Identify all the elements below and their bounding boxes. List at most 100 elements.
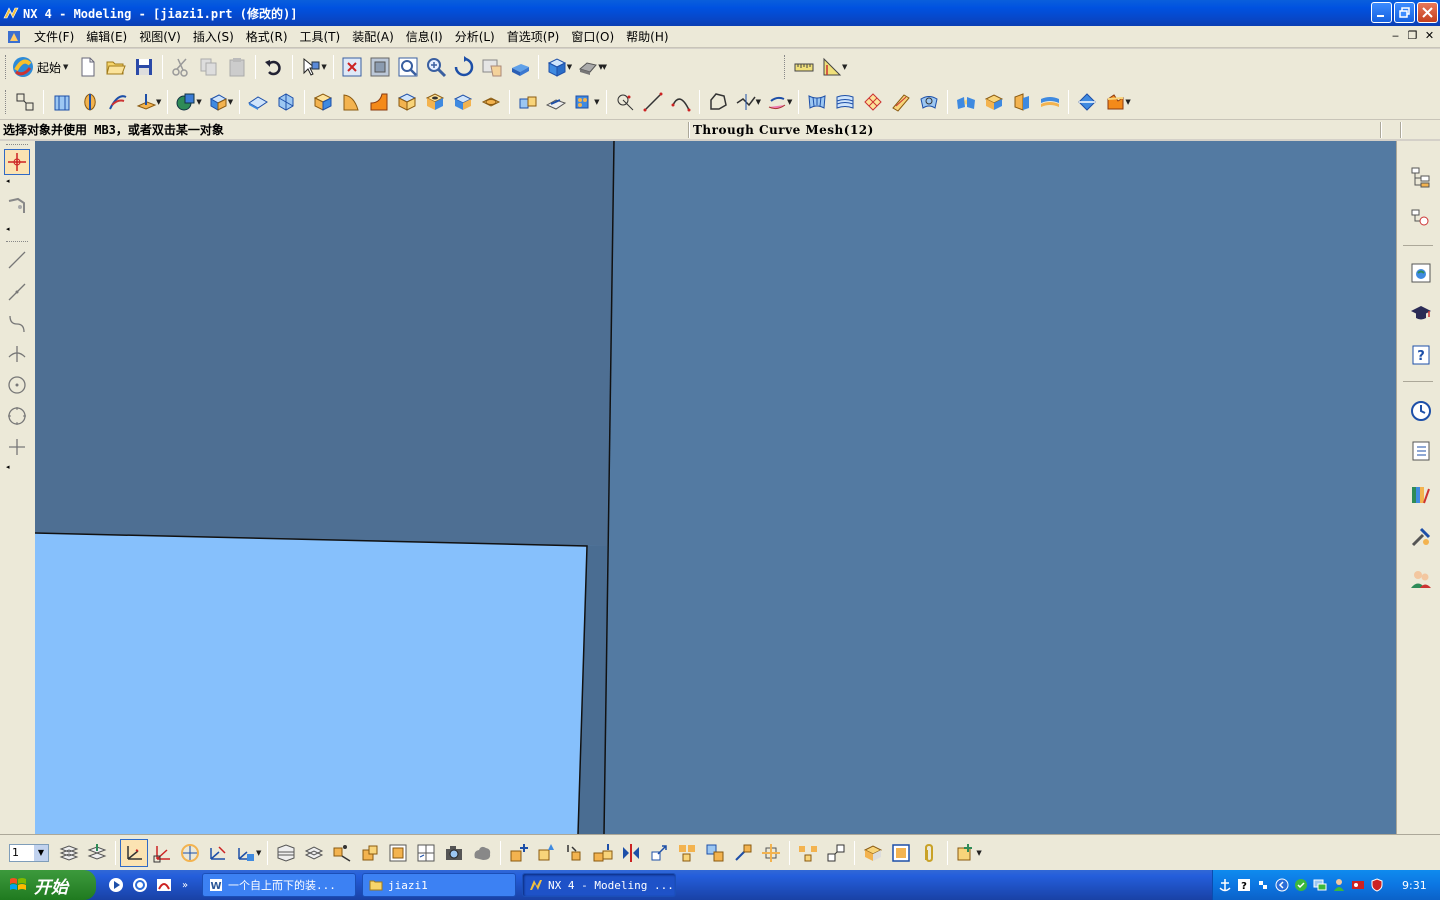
line-segment-button[interactable]: [4, 279, 30, 305]
through-curves-button[interactable]: [831, 88, 859, 116]
right-face[interactable]: [604, 141, 1396, 834]
display-all-button[interactable]: [468, 839, 496, 867]
add-component-button[interactable]: [505, 839, 533, 867]
quick-launch-media[interactable]: [106, 875, 126, 895]
menu-preferences[interactable]: 首选项(P): [501, 26, 566, 48]
minimize-button[interactable]: [1371, 2, 1392, 23]
quick-launch-overflow-icon[interactable]: »: [182, 880, 188, 891]
menu-view[interactable]: 视图(V): [133, 26, 187, 48]
slot-button[interactable]: [542, 88, 570, 116]
menu-window[interactable]: 窗口(O): [565, 26, 620, 48]
palettes-tab[interactable]: [1407, 481, 1435, 509]
tray-help-icon[interactable]: ?: [1236, 877, 1252, 893]
model-view[interactable]: [35, 141, 1396, 834]
face-blend-button[interactable]: [337, 88, 365, 116]
toolbar-overflow-icon[interactable]: ▼: [602, 63, 607, 71]
trimmed-sheet-button[interactable]: [1101, 88, 1129, 116]
menu-help[interactable]: 帮助(H): [620, 26, 674, 48]
reposition-component-button[interactable]: [645, 839, 673, 867]
tray-user-icon[interactable]: [1331, 877, 1347, 893]
bridge-surface-button[interactable]: [952, 88, 980, 116]
menu-analysis[interactable]: 分析(L): [449, 26, 501, 48]
toolbar-grip[interactable]: [5, 90, 8, 114]
start-menu-button[interactable]: 开始: [0, 870, 96, 900]
cut-button[interactable]: [167, 53, 195, 81]
task-folder[interactable]: jiazi1: [362, 873, 516, 897]
toolbar-grip[interactable]: [5, 55, 8, 79]
menu-information[interactable]: 信息(I): [400, 26, 449, 48]
revolve-button[interactable]: [76, 88, 104, 116]
layer-settings-button[interactable]: [55, 839, 83, 867]
ruled-surface-button[interactable]: [803, 88, 831, 116]
expand-arrow-icon[interactable]: ◂: [6, 463, 10, 471]
shell-button[interactable]: [272, 88, 300, 116]
expand-arrow-icon[interactable]: ◂: [6, 177, 10, 185]
blank-button[interactable]: [356, 839, 384, 867]
visible-in-view-button[interactable]: [300, 839, 328, 867]
sketch-button[interactable]: [11, 88, 39, 116]
offset-curve-button[interactable]: [763, 88, 791, 116]
circle-center-button[interactable]: [4, 372, 30, 398]
manufacturing-button[interactable]: [952, 839, 980, 867]
toolbar-grip[interactable]: [6, 144, 28, 146]
document-icon[interactable]: [6, 29, 22, 45]
arc-button[interactable]: [667, 88, 695, 116]
curve-tool-button[interactable]: [4, 311, 30, 337]
menu-edit[interactable]: 编辑(E): [80, 26, 133, 48]
reuse-library-tab[interactable]: [1407, 437, 1435, 465]
zoom-button[interactable]: [394, 53, 422, 81]
select-button[interactable]: [4, 149, 30, 175]
assembly-constraints-button[interactable]: [859, 839, 887, 867]
history-palette-tab[interactable]: [1407, 259, 1435, 287]
pan-button[interactable]: [478, 53, 506, 81]
point-button[interactable]: [611, 88, 639, 116]
title-bar[interactable]: NX 4 - Modeling - [jiazi1.prt (修改的)]: [0, 0, 1440, 26]
tangent-button[interactable]: [4, 341, 30, 367]
new-button[interactable]: [74, 53, 102, 81]
link-button[interactable]: [915, 839, 943, 867]
rotate-button[interactable]: [450, 53, 478, 81]
spline-button[interactable]: [732, 88, 760, 116]
start-button[interactable]: 起始 ▼: [11, 53, 74, 81]
help-tab[interactable]: ?: [1407, 341, 1435, 369]
through-curve-mesh-button[interactable]: [859, 88, 887, 116]
measure-distance-button[interactable]: [790, 53, 818, 81]
pad-button[interactable]: [514, 88, 542, 116]
camera-button[interactable]: [440, 839, 468, 867]
trim-body-button[interactable]: [204, 88, 232, 116]
fit-button[interactable]: [338, 53, 366, 81]
sew-button[interactable]: [1073, 88, 1101, 116]
selection-filter-button[interactable]: [297, 53, 325, 81]
wcs-save-button[interactable]: [232, 839, 260, 867]
sequence-button[interactable]: [794, 839, 822, 867]
point-tool-button[interactable]: [4, 434, 30, 460]
lower-left-face[interactable]: [35, 533, 587, 834]
line-tool-button[interactable]: [4, 247, 30, 273]
menu-file[interactable]: 文件(F): [28, 26, 80, 48]
tray-shield-icon[interactable]: [1369, 877, 1385, 893]
create-component-button[interactable]: [533, 839, 561, 867]
zoom-in-out-button[interactable]: [422, 53, 450, 81]
component-array-button[interactable]: [673, 839, 701, 867]
menu-format[interactable]: 格式(R): [240, 26, 294, 48]
layer-category-button[interactable]: [272, 839, 300, 867]
n-sided-surface-button[interactable]: [980, 88, 1008, 116]
doc-close-icon[interactable]: ✕: [1423, 29, 1436, 42]
section-surface-button[interactable]: [915, 88, 943, 116]
upper-left-face[interactable]: [35, 141, 614, 546]
graphics-window[interactable]: [35, 141, 1396, 834]
instance-feature-button[interactable]: [570, 88, 598, 116]
toolbar-grip[interactable]: [6, 241, 28, 243]
render-style-button[interactable]: [574, 53, 602, 81]
line-button[interactable]: [639, 88, 667, 116]
tray-anchor-icon[interactable]: [1217, 877, 1233, 893]
unblank-button[interactable]: [384, 839, 412, 867]
open-button[interactable]: [102, 53, 130, 81]
training-tab[interactable]: [1407, 299, 1435, 327]
history-tab[interactable]: [1407, 397, 1435, 425]
wave-link-button[interactable]: [729, 839, 757, 867]
assembly-navigator-tab[interactable]: [1407, 163, 1435, 191]
edge-blend-button[interactable]: [365, 88, 393, 116]
mirror-assembly-button[interactable]: [617, 839, 645, 867]
offset-surface-button[interactable]: [1036, 88, 1064, 116]
